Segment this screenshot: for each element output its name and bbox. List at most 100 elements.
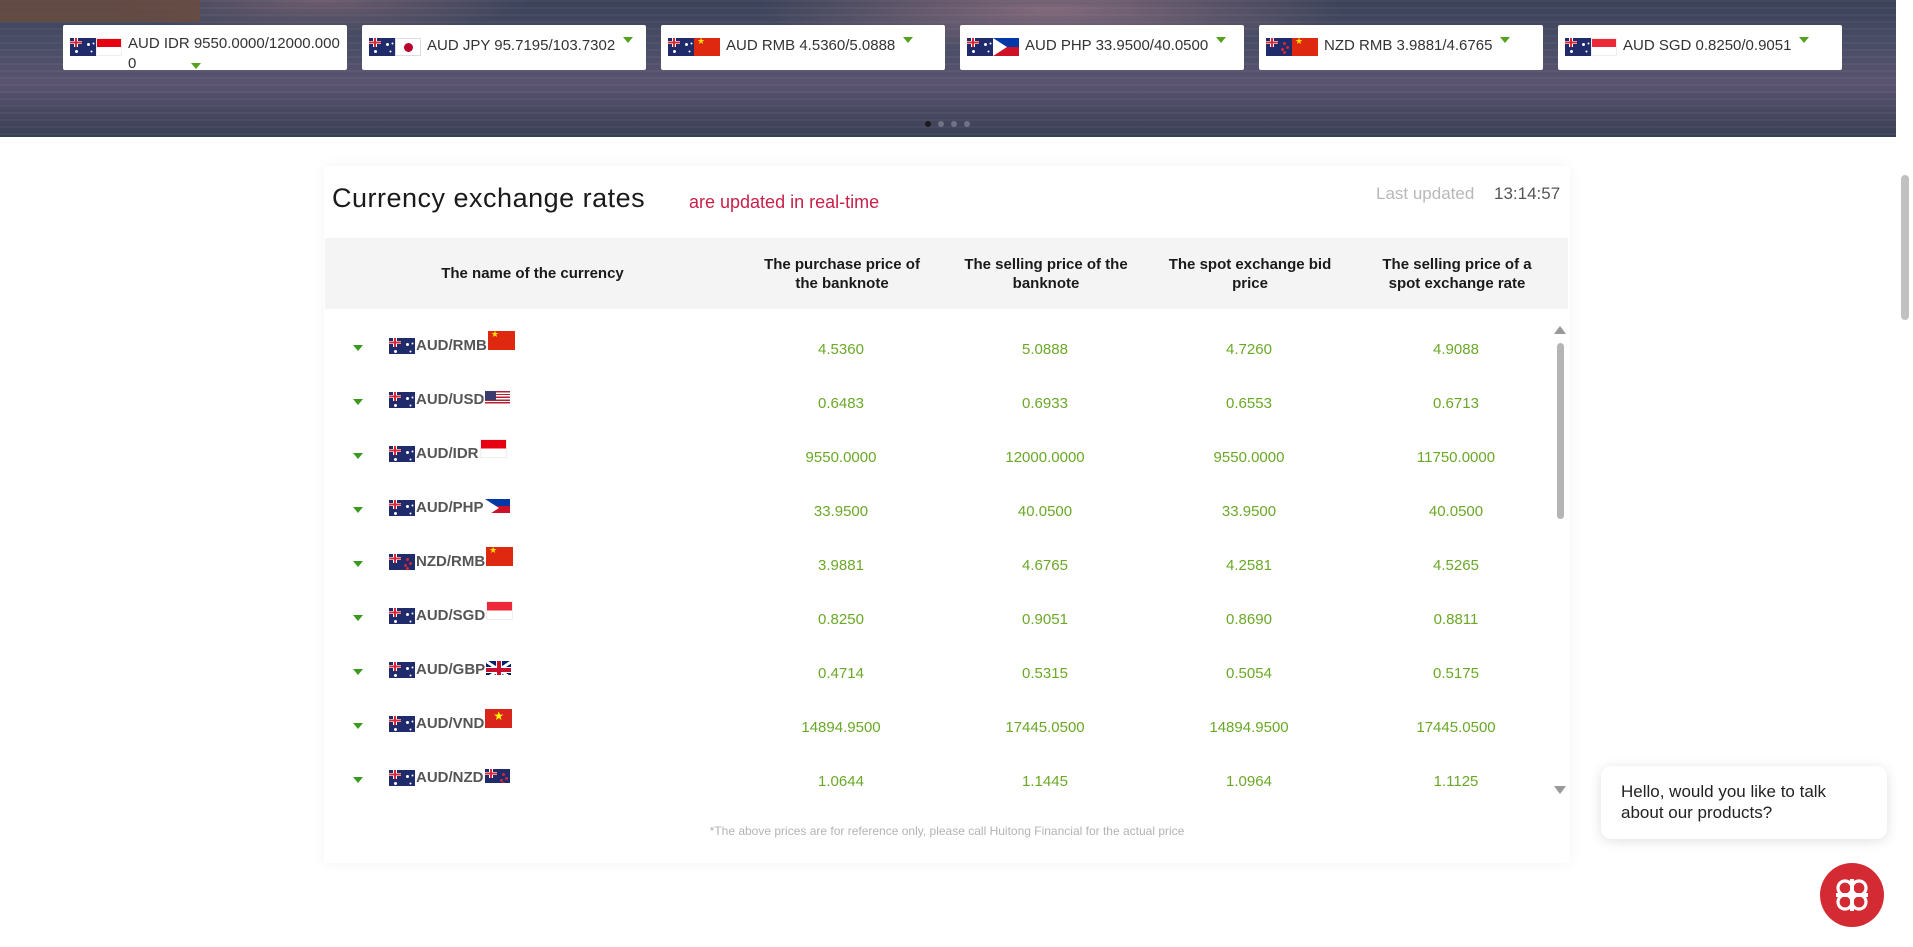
ticker-card[interactable]: AUD JPY 95.7195/103.7302	[362, 25, 646, 70]
rates-table-body[interactable]: AUD/RMB 4.5360 5.0888 4.7260 4.9088 AUD/USD 0.…	[324, 324, 1570, 804]
purchase-price-cell: 14894.9500	[801, 719, 881, 736]
expand-caret-icon[interactable]	[353, 345, 363, 351]
expand-caret-icon[interactable]	[353, 507, 363, 513]
ticker-flags	[369, 38, 421, 56]
au-flag-icon	[389, 337, 415, 354]
ticker-flags	[668, 38, 720, 56]
purchase-price-cell: 0.6483	[818, 395, 864, 412]
spot-bid-cell: 0.5054	[1226, 665, 1272, 682]
carousel-dot[interactable]	[951, 121, 957, 127]
spot-sell-cell: 17445.0500	[1416, 719, 1496, 736]
column-header-label: The selling price of a spot exchange rat…	[1382, 255, 1532, 292]
ticker-rate-text: AUD SGD 0.8250/0.9051	[1623, 37, 1792, 54]
ticker-rate-text: NZD RMB 3.9881/4.6765	[1324, 37, 1493, 54]
expand-caret-icon[interactable]	[353, 669, 363, 675]
carousel-dot[interactable]	[938, 121, 944, 127]
chat-greeting-bubble[interactable]: Hello, would you like to talk about our …	[1601, 766, 1887, 839]
au-flag-icon	[389, 769, 415, 786]
vn-flag-icon	[485, 709, 513, 728]
expand-caret-icon[interactable]	[353, 615, 363, 621]
page-scroll-thumb[interactable]	[1901, 175, 1909, 320]
spot-sell-cell: 4.5265	[1433, 557, 1479, 574]
ticker-rate-text: AUD IDR 9550.0000/12000.0000	[128, 35, 340, 68]
expand-caret-icon[interactable]	[353, 561, 363, 567]
carousel-dot[interactable]	[964, 121, 970, 127]
chevron-down-icon[interactable]	[191, 63, 201, 69]
chevron-down-icon[interactable]	[1216, 37, 1227, 43]
selling-price-cell: 40.0500	[1017, 503, 1073, 520]
chevron-down-icon[interactable]	[1500, 37, 1511, 43]
au-flag-icon	[668, 38, 694, 56]
chevron-down-icon[interactable]	[903, 37, 914, 43]
spot-bid-cell: 1.0964	[1226, 773, 1272, 790]
spot-bid-cell: 33.9500	[1221, 503, 1277, 520]
table-row: AUD/VND 14894.9500 17445.0500 14894.9500 174…	[324, 702, 1544, 756]
table-row: AUD/IDR 9550.0000 12000.0000 9550.0000 11750…	[324, 432, 1544, 486]
ticker-flags	[1565, 38, 1617, 56]
table-row: AUD/SGD 0.8250 0.9051 0.8690 0.8811	[324, 594, 1544, 648]
exchange-rates-card: Currency exchange rates are updated in r…	[324, 166, 1570, 863]
currency-pair: NZD/RMB	[389, 547, 514, 570]
purchase-price-cell: 4.5360	[818, 341, 864, 358]
last-updated-label: Last updated	[1376, 184, 1475, 203]
chat-launcher-button[interactable]	[1820, 863, 1884, 927]
column-header-label: The spot exchange bid price	[1168, 255, 1332, 292]
selling-price-cell: 17445.0500	[1005, 719, 1085, 736]
spot-sell-cell: 11750.0000	[1416, 449, 1496, 466]
hero-pier-image	[0, 0, 200, 22]
column-header-label: The selling price of the banknote	[964, 255, 1128, 292]
carousel-dot[interactable]	[925, 121, 931, 127]
chevron-down-icon[interactable]	[623, 37, 634, 43]
ticker-flags	[70, 38, 122, 56]
chat-logo-icon	[1836, 879, 1868, 911]
selling-price-cell: 1.1445	[1022, 773, 1068, 790]
au-flag-icon	[1565, 38, 1591, 56]
currency-pair-label: AUD/VND	[416, 715, 485, 732]
selling-price-cell: 5.0888	[1022, 341, 1068, 358]
currency-pair-label: AUD/IDR	[416, 445, 479, 462]
realtime-note: are updated in real-time	[689, 192, 880, 212]
currency-pair-label: AUD/SGD	[416, 607, 486, 624]
table-scrollbar[interactable]	[1554, 326, 1566, 796]
cn-flag-icon	[1292, 38, 1318, 56]
au-flag-icon	[389, 607, 415, 624]
page-title: Currency exchange rates	[332, 183, 646, 213]
scroll-up-arrow-icon[interactable]	[1554, 326, 1566, 334]
cn-flag-icon	[487, 331, 515, 350]
chevron-down-icon[interactable]	[1799, 37, 1810, 43]
ticker-card[interactable]: AUD SGD 0.8250/0.9051	[1558, 25, 1842, 70]
expand-caret-icon[interactable]	[353, 453, 363, 459]
spot-sell-cell: 0.8811	[1433, 611, 1479, 628]
expand-caret-icon[interactable]	[353, 723, 363, 729]
column-header-label: The purchase price of the banknote	[764, 255, 920, 292]
us-flag-icon	[485, 390, 511, 405]
hero-banner: AUD IDR 9550.0000/12000.0000 AUD JPY 95.7…	[0, 0, 1896, 137]
scroll-down-arrow-icon[interactable]	[1554, 786, 1566, 794]
expand-caret-icon[interactable]	[353, 777, 363, 783]
sg-flag-icon	[1591, 38, 1617, 56]
table-scroll-thumb[interactable]	[1557, 343, 1564, 519]
column-header-spot-sell: The selling price of a spot exchange rat…	[1352, 238, 1562, 309]
currency-pair-label: AUD/PHP	[416, 499, 484, 516]
column-header-purchase-banknote: The purchase price of the banknote	[740, 238, 944, 309]
page-scrollbar[interactable]	[1896, 0, 1913, 947]
expand-caret-icon[interactable]	[353, 399, 363, 405]
ph-flag-icon	[993, 38, 1019, 56]
column-header-selling-banknote: The selling price of the banknote	[944, 238, 1148, 309]
ticker-card[interactable]: AUD IDR 9550.0000/12000.0000	[63, 25, 347, 70]
table-row: AUD/NZD 1.0644 1.1445 1.0964 1.1125	[324, 756, 1544, 804]
ticker-card[interactable]: AUD RMB 4.5360/5.0888	[661, 25, 945, 70]
nz-flag-icon	[1266, 38, 1292, 56]
spot-bid-cell: 9550.0000	[1213, 449, 1285, 466]
spot-bid-cell: 4.7260	[1226, 341, 1272, 358]
purchase-price-cell: 33.9500	[813, 503, 869, 520]
au-flag-icon	[389, 661, 415, 678]
nz-flag-icon	[484, 768, 510, 783]
spot-sell-cell: 0.6713	[1433, 395, 1479, 412]
ph-flag-icon	[484, 498, 510, 513]
ticker-card[interactable]: AUD PHP 33.9500/40.0500	[960, 25, 1244, 70]
currency-pair-label: NZD/RMB	[416, 553, 486, 570]
spot-sell-cell: 0.5175	[1433, 665, 1479, 682]
ticker-card[interactable]: NZD RMB 3.9881/4.6765	[1259, 25, 1543, 70]
column-header-currency: The name of the currency	[441, 265, 624, 282]
